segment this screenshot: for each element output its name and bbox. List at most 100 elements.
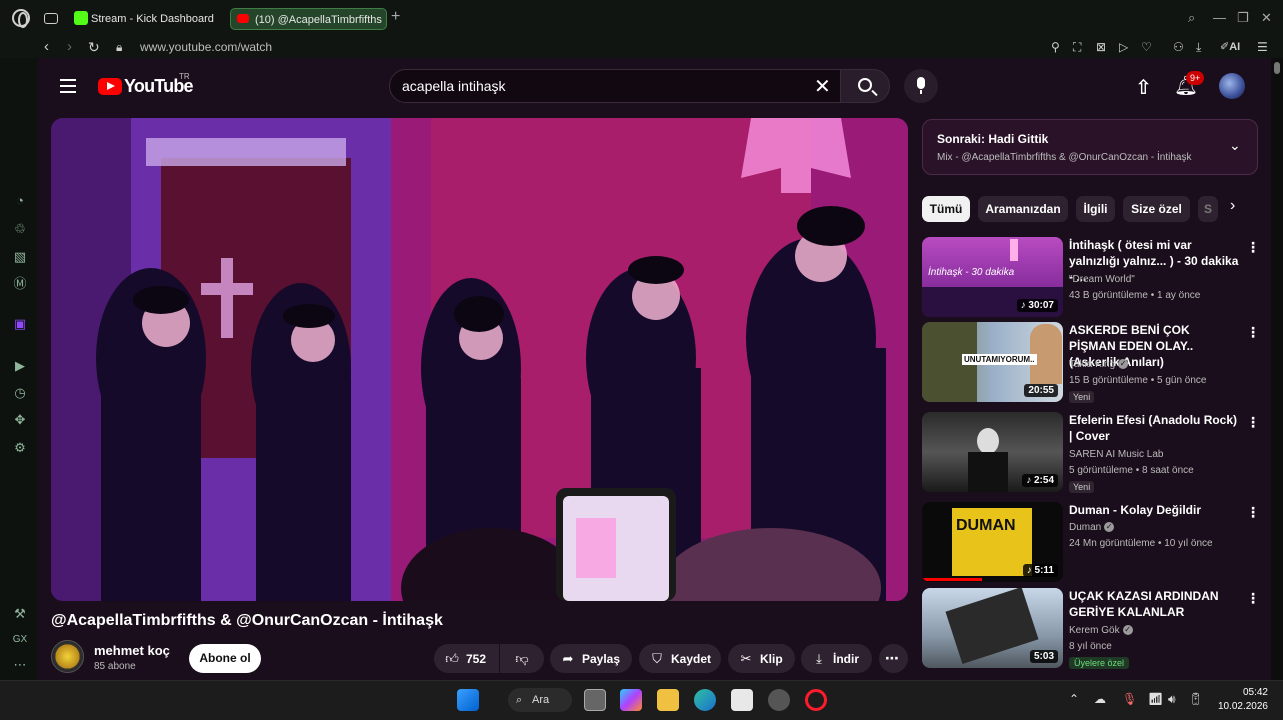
wallet-icon[interactable]: ⚇ [1173, 40, 1184, 54]
like-button[interactable]: 👍︎ 752 [434, 644, 499, 673]
snapshot-icon[interactable]: ⛶ [1073, 40, 1081, 55]
file-explorer-icon[interactable] [657, 689, 679, 711]
download-button[interactable]: ⤓ İndir [801, 644, 872, 673]
list-item[interactable]: 5:03 UÇAK KAZASI ARDINDAN GERİYE KALANLA… [922, 588, 1260, 670]
sidebar-gx-icon[interactable]: GX [12, 632, 28, 648]
menu-icon[interactable]: ☰ [1257, 40, 1268, 54]
more-vert-icon[interactable]: ⋮ [1246, 590, 1260, 607]
clear-search-icon[interactable]: ✕ [814, 74, 831, 99]
more-actions-button[interactable]: ⋯ [879, 644, 908, 673]
chip-for-you[interactable]: Size özel [1123, 196, 1190, 222]
more-vert-icon[interactable]: ⋮ [1246, 504, 1260, 521]
scrollbar[interactable] [1271, 58, 1283, 680]
obs-icon[interactable] [768, 689, 790, 711]
mix-playlist-panel[interactable]: Sonraki: Hadi Gittik Mix - @AcapellaTimb… [922, 119, 1258, 175]
scrollbar-thumb[interactable] [1274, 62, 1280, 74]
save-button[interactable]: ⛉ Kaydet [639, 644, 721, 673]
tray-mic-icon[interactable]: 🎙︎ [1122, 692, 1137, 706]
battery-icon[interactable]: 🔋︎ [1188, 692, 1203, 706]
video-thumbnail[interactable]: ♪ 2:54 [922, 412, 1063, 492]
forward-icon[interactable]: › [67, 38, 72, 55]
taskbar-clock[interactable]: 05:42 10.02.2026 [1214, 686, 1268, 714]
clip-button[interactable]: ✂ Klip [728, 644, 795, 673]
aria-ai-button[interactable]: ✐AI [1220, 40, 1240, 53]
sidebar-addons-icon[interactable]: ✥ [12, 412, 28, 428]
chevron-right-icon[interactable]: › [1230, 197, 1235, 215]
channel-avatar[interactable] [51, 640, 84, 673]
share-button[interactable]: ➦ Paylaş [550, 644, 632, 673]
voice-search-button[interactable] [904, 69, 938, 103]
sidebar-history-icon[interactable]: ◷ [12, 385, 28, 401]
windows-start-icon[interactable] [457, 689, 479, 711]
workspace-icon[interactable] [44, 13, 58, 24]
rec-channel-row[interactable]: Kerem Gök ✓ [1069, 625, 1133, 636]
close-window-icon[interactable]: ✕ [1261, 10, 1272, 26]
reload-icon[interactable]: ↻ [88, 39, 100, 56]
edge-icon[interactable] [694, 689, 716, 711]
more-vert-icon[interactable]: ⋮ [1246, 239, 1260, 256]
video-thumbnail[interactable]: 5:03 [922, 588, 1063, 668]
sidebar-settings-icon[interactable]: ⚙ [12, 440, 28, 456]
rec-channel[interactable]: "Dream World" [1069, 274, 1135, 285]
sidebar-tools-icon[interactable]: ⚒ [12, 606, 28, 622]
video-thumbnail[interactable]: İntihaşk - 30 dakika ♪ 30:07 [922, 237, 1063, 317]
list-item[interactable]: ♪ 2:54 Efelerin Efesi (Anadolu Rock) | C… [922, 412, 1260, 494]
opera-gx-taskbar-icon[interactable] [805, 689, 827, 711]
sidebar-messenger-icon[interactable]: Ⓜ [12, 276, 28, 292]
subscribe-button[interactable]: Abone ol [189, 644, 261, 673]
sidebar-player-icon[interactable]: ▶ [12, 358, 28, 374]
more-vert-icon[interactable]: ⋮ [1246, 414, 1260, 431]
guide-menu-icon[interactable] [60, 79, 76, 93]
adblock-icon[interactable]: ⊠ [1096, 40, 1106, 54]
search-button[interactable] [840, 69, 890, 103]
restore-icon[interactable]: ❐ [1237, 10, 1249, 26]
chip-from-search[interactable]: Aramanızdan [978, 196, 1068, 222]
sidebar-more-icon[interactable]: ⋯ [12, 657, 28, 673]
youtube-logo-icon[interactable] [98, 78, 122, 95]
dislike-button[interactable]: 👎︎ [500, 644, 544, 673]
opera-logo-icon[interactable] [12, 9, 30, 28]
pin-icon[interactable]: ⚲ [1051, 40, 1060, 54]
rec-channel-row[interactable]: Takla King ✓ [1069, 359, 1129, 370]
chip-related[interactable]: İlgili [1076, 196, 1115, 222]
chip-partial[interactable]: S [1198, 196, 1218, 222]
onedrive-icon[interactable]: ☁ [1094, 692, 1106, 706]
wifi-icon[interactable]: 📶︎ [1148, 692, 1163, 706]
store-icon[interactable] [731, 689, 753, 711]
taskbar-search[interactable]: ⌕ Ara [508, 688, 572, 712]
tray-expand-icon[interactable]: ⌃ [1069, 692, 1079, 706]
rec-title[interactable]: UÇAK KAZASI ARDINDAN GERİYE KALANLAR [1069, 588, 1239, 620]
sidebar-crypto-icon[interactable]: ▧ [12, 249, 28, 265]
back-icon[interactable]: ‹ [44, 38, 49, 55]
list-item[interactable]: İntihaşk - 30 dakika ♪ 30:07 İntihaşk ( … [922, 237, 1260, 319]
copilot-icon[interactable] [620, 689, 642, 711]
tab-youtube-active[interactable]: (10) @AcapellaTimbrfifths [230, 8, 387, 30]
url-field[interactable]: www.youtube.com/watch [140, 40, 272, 54]
search-tabs-icon[interactable]: ⌕ [1188, 10, 1195, 26]
rec-channel[interactable]: SAREN AI Music Lab [1069, 449, 1163, 460]
channel-name[interactable]: mehmet koç [94, 643, 170, 658]
list-item[interactable]: UNUTAMIYORUM.. 20:55 ASKERDE BENİ ÇOK Pİ… [922, 322, 1260, 404]
download-icon[interactable]: ⤓ [1196, 40, 1201, 55]
video-thumbnail[interactable]: UNUTAMIYORUM.. 20:55 [922, 322, 1063, 402]
player-icon[interactable]: ▷ [1119, 40, 1128, 54]
tab-kick-dashboard[interactable]: Stream - Kick Dashboard [91, 8, 214, 30]
more-vert-icon[interactable]: ⋮ [1246, 324, 1260, 341]
new-tab-icon[interactable]: + [391, 8, 400, 26]
sidebar-extensions-icon[interactable]: ♲ [12, 221, 28, 237]
minimize-icon[interactable]: — [1213, 10, 1226, 25]
list-item[interactable]: DUMAN ♪ 5:11 Duman - Kolay Değildir Duma… [922, 502, 1260, 584]
sidebar-twitch-icon[interactable]: ▣ [12, 316, 28, 332]
video-player[interactable] [51, 118, 908, 601]
chevron-down-icon[interactable]: ⌄ [1229, 137, 1241, 154]
volume-icon[interactable]: 🔊︎ [1168, 692, 1176, 707]
upload-icon[interactable]: ⇧ [1135, 75, 1152, 100]
rec-title[interactable]: Efelerin Efesi (Anadolu Rock) | Cover [1069, 412, 1239, 444]
account-avatar[interactable] [1219, 73, 1245, 99]
search-input[interactable]: acapella intihaşk [402, 78, 506, 94]
heart-icon[interactable]: ♡ [1141, 40, 1152, 54]
task-view-icon[interactable] [584, 689, 606, 711]
video-thumbnail[interactable]: DUMAN ♪ 5:11 [922, 502, 1063, 582]
rec-channel-row[interactable]: Duman ✓ [1069, 522, 1115, 533]
chip-all[interactable]: Tümü [922, 196, 970, 222]
